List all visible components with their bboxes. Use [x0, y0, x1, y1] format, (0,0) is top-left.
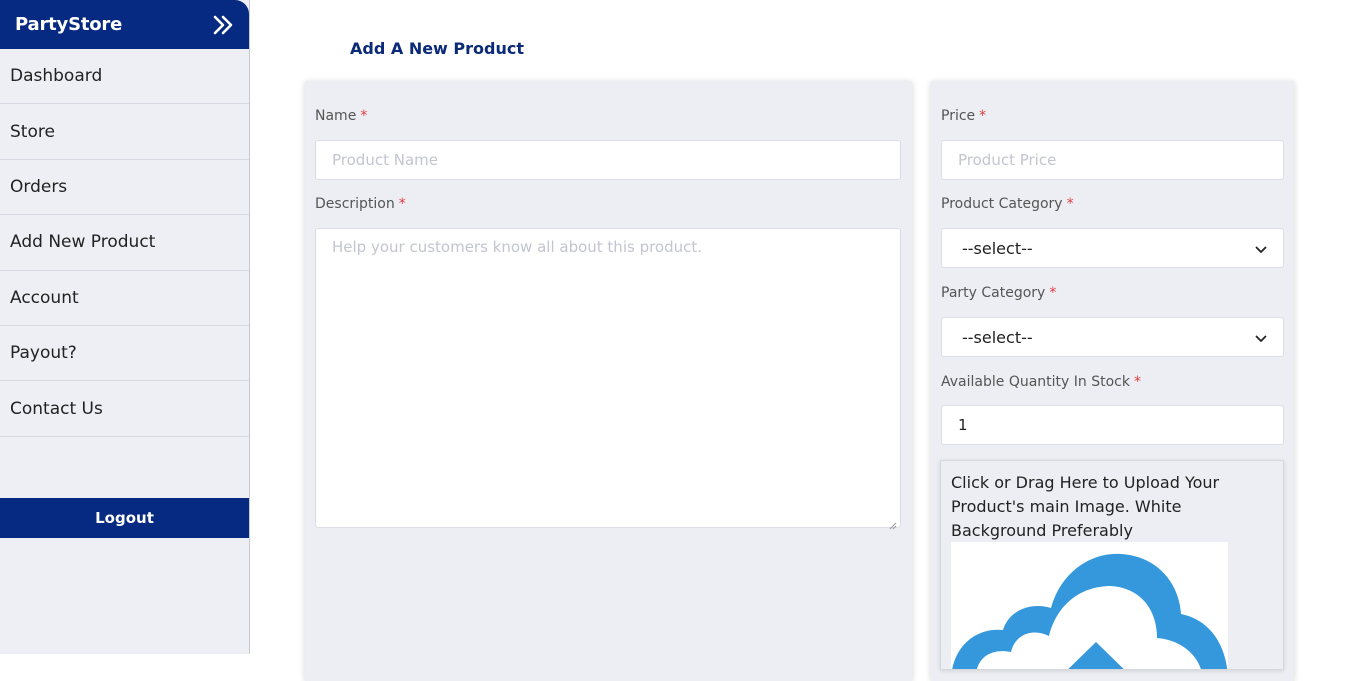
image-upload-dropzone[interactable]: Click or Drag Here to Upload Your Produc… [940, 460, 1284, 670]
sidebar-item-payout[interactable]: Payout? [0, 326, 249, 382]
description-label: Description * [315, 196, 406, 212]
page-title: Add A New Product [350, 39, 524, 58]
brand-header: PartyStore [0, 0, 249, 49]
sidebar-nav: Dashboard Store Orders Add New Product A… [0, 49, 249, 437]
cloud-upload-icon [951, 542, 1228, 669]
party-category-select[interactable]: --select-- [941, 317, 1284, 357]
quantity-input[interactable]: 1 [941, 405, 1284, 445]
upload-instructions: Click or Drag Here to Upload Your Produc… [951, 473, 1220, 540]
quantity-value: 1 [958, 416, 968, 434]
resize-grip-icon[interactable] [889, 516, 897, 530]
sidebar-item-add-new-product[interactable]: Add New Product [0, 215, 249, 271]
sidebar-item-store[interactable]: Store [0, 104, 249, 160]
price-label: Price * [941, 108, 987, 124]
sidebar-item-orders[interactable]: Orders [0, 160, 249, 216]
product-category-label: Product Category * [941, 196, 1074, 212]
product-price-input[interactable]: Product Price [941, 140, 1284, 180]
name-label: Name * [315, 108, 368, 124]
product-name-input[interactable]: Product Name [315, 140, 901, 180]
description-textarea[interactable]: Help your customers know all about this … [315, 228, 901, 530]
sidebar: PartyStore Dashboard Store Orders Add Ne… [0, 0, 250, 654]
required-marker: * [1133, 374, 1141, 390]
required-marker: * [360, 108, 368, 124]
required-marker: * [1049, 285, 1057, 301]
sidebar-item-contact-us[interactable]: Contact Us [0, 381, 249, 437]
description-placeholder: Help your customers know all about this … [332, 238, 703, 256]
double-chevron-right-icon[interactable] [211, 13, 235, 37]
product-category-select[interactable]: --select-- [941, 228, 1284, 268]
product-category-value: --select-- [962, 238, 1033, 258]
brand-name[interactable]: PartyStore [15, 14, 122, 35]
sidebar-item-dashboard[interactable]: Dashboard [0, 49, 249, 105]
logout-button[interactable]: Logout [0, 498, 249, 538]
chevron-down-icon [1255, 239, 1267, 258]
party-category-label: Party Category * [941, 285, 1057, 301]
product-price-placeholder: Product Price [958, 151, 1057, 169]
required-marker: * [979, 108, 987, 124]
product-name-placeholder: Product Name [332, 151, 438, 169]
party-category-value: --select-- [962, 327, 1033, 347]
sidebar-item-account[interactable]: Account [0, 271, 249, 326]
required-marker: * [398, 196, 406, 212]
required-marker: * [1066, 196, 1074, 212]
chevron-down-icon [1255, 328, 1267, 347]
quantity-label: Available Quantity In Stock * [941, 374, 1141, 390]
